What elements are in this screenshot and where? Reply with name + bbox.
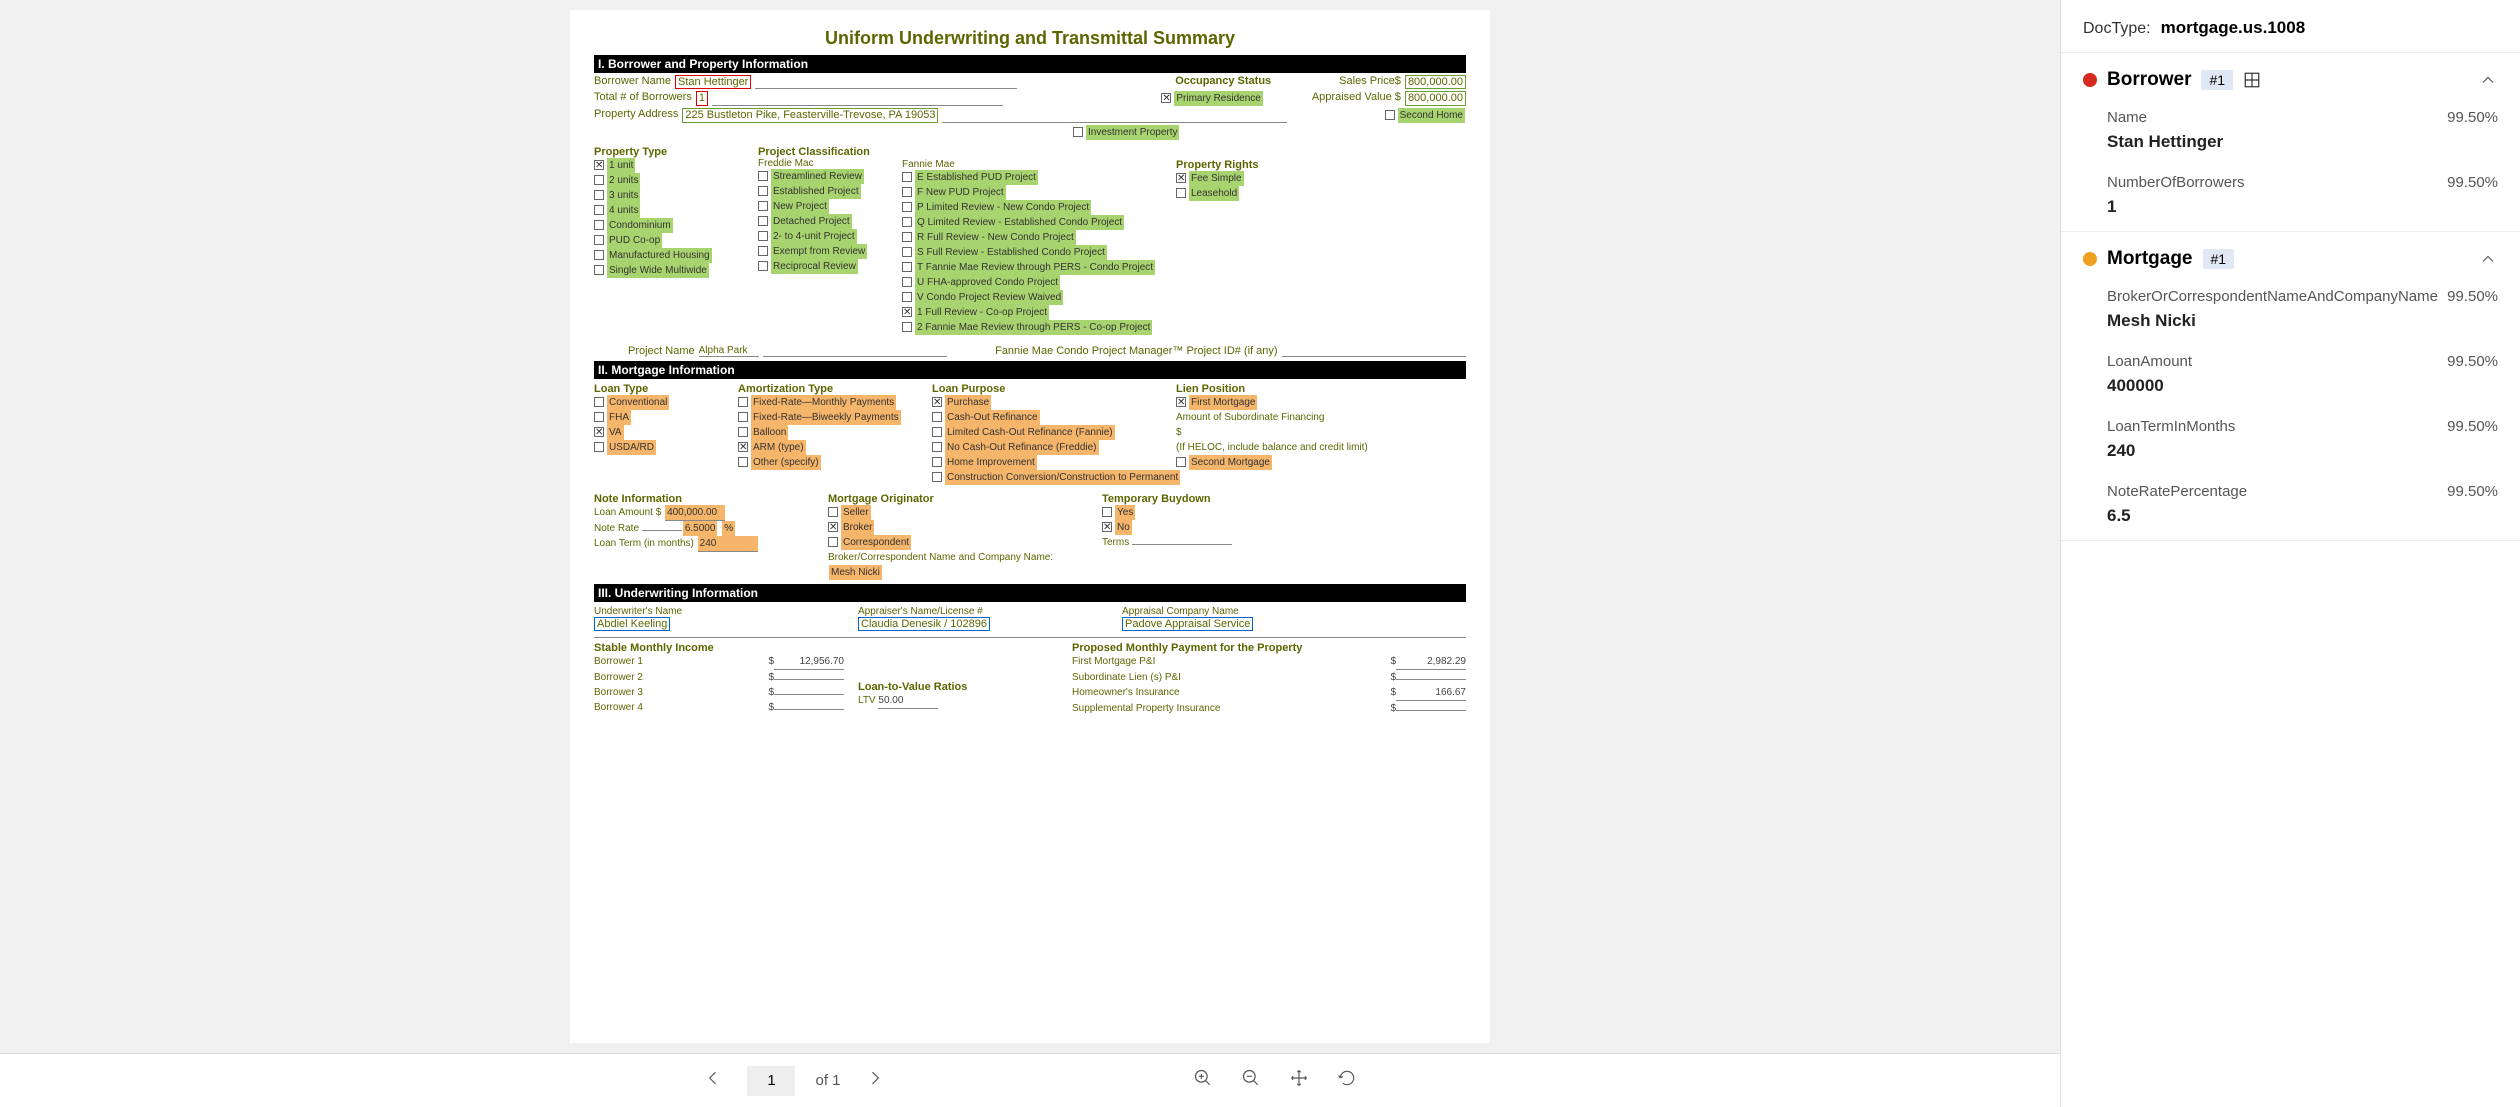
section-1-header: I. Borrower and Property Information — [594, 55, 1466, 73]
total-borrowers-label: Total # of Borrowers — [594, 91, 692, 106]
pan-icon — [1289, 1068, 1309, 1088]
entity-borrower: Borrower #1 Name99.50% Stan Hettinger Nu… — [2061, 53, 2520, 232]
total-borrowers-value: 1 — [696, 91, 708, 106]
section-2-header: II. Mortgage Information — [594, 361, 1466, 379]
sales-price-value: 800,000.00 — [1405, 75, 1466, 89]
entity-mortgage-header[interactable]: Mortgage #1 — [2061, 232, 2520, 280]
field-name[interactable]: Name99.50% Stan Hettinger — [2061, 101, 2520, 166]
page-of-label: of 1 — [815, 1072, 840, 1089]
property-type-col: Property Type 1 unit 2 units 3 units 4 u… — [594, 146, 744, 335]
field-number-of-borrowers[interactable]: NumberOfBorrowers99.50% 1 — [2061, 166, 2520, 231]
next-page-button[interactable] — [861, 1064, 889, 1098]
field-note-rate[interactable]: NoteRatePercentage99.50% 6.5 — [2061, 475, 2520, 540]
rights-col: Property Rights Fee Simple Leasehold — [1176, 146, 1296, 335]
entity-borrower-header[interactable]: Borrower #1 — [2061, 53, 2520, 101]
chevron-right-icon — [865, 1068, 885, 1088]
chevron-left-icon — [703, 1068, 723, 1088]
extraction-panel: DocType: mortgage.us.1008 Borrower #1 Na… — [2060, 0, 2520, 1107]
document-toolbar: of 1 — [0, 1053, 2060, 1107]
section-3-header: III. Underwriting Information — [594, 584, 1466, 602]
dot-icon — [2083, 252, 2097, 266]
prev-page-button[interactable] — [699, 1064, 727, 1098]
field-loan-amount[interactable]: LoanAmount99.50% 400000 — [2061, 345, 2520, 410]
document-canvas[interactable]: Uniform Underwriting and Transmittal Sum… — [0, 0, 2060, 1053]
entity-mortgage-title: Mortgage — [2107, 248, 2193, 270]
address-value: 225 Bustleton Pike, Feasterville-Trevose… — [682, 108, 938, 123]
sales-price-label: Sales Price$ — [1339, 75, 1401, 89]
pan-button[interactable] — [1285, 1064, 1313, 1098]
field-loan-term[interactable]: LoanTermInMonths99.50% 240 — [2061, 410, 2520, 475]
dot-icon — [2083, 73, 2097, 87]
zoom-out-icon — [1241, 1068, 1261, 1088]
address-label: Property Address — [594, 108, 678, 123]
rotate-button[interactable] — [1333, 1064, 1361, 1098]
entity-mortgage-badge: #1 — [2203, 249, 2235, 269]
doc-title: Uniform Underwriting and Transmittal Sum… — [594, 28, 1466, 49]
project-class-col: Project Classification Freddie Mac Strea… — [758, 146, 888, 335]
borrower-name-label: Borrower Name — [594, 75, 671, 89]
entity-borrower-badge: #1 — [2201, 70, 2233, 90]
doctype-value: mortgage.us.1008 — [2161, 18, 2306, 38]
rotate-icon — [1337, 1068, 1357, 1088]
document-page: Uniform Underwriting and Transmittal Sum… — [570, 10, 1490, 1043]
doctype-label: DocType: — [2083, 20, 2151, 38]
borrower-name-value: Stan Hettinger — [675, 75, 751, 89]
field-broker-name[interactable]: BrokerOrCorrespondentNameAndCompanyName9… — [2061, 280, 2520, 345]
chevron-up-icon — [2478, 249, 2498, 269]
zoom-in-button[interactable] — [1189, 1064, 1217, 1098]
table-icon[interactable] — [2243, 71, 2261, 89]
entity-mortgage: Mortgage #1 BrokerOrCorrespondentNameAnd… — [2061, 232, 2520, 541]
appraised-label: Appraised Value $ — [1312, 91, 1401, 106]
fannie-col: Fannie Mae E Established PUD Project F N… — [902, 146, 1162, 335]
appraised-value: 800,000.00 — [1405, 91, 1466, 106]
document-viewer: Uniform Underwriting and Transmittal Sum… — [0, 0, 2060, 1107]
entity-borrower-title: Borrower — [2107, 69, 2191, 91]
page-number-input[interactable] — [747, 1066, 795, 1096]
occupancy-label: Occupancy Status — [1175, 75, 1271, 89]
zoom-out-button[interactable] — [1237, 1064, 1265, 1098]
doctype-row: DocType: mortgage.us.1008 — [2061, 0, 2520, 53]
chevron-up-icon — [2478, 70, 2498, 90]
zoom-in-icon — [1193, 1068, 1213, 1088]
